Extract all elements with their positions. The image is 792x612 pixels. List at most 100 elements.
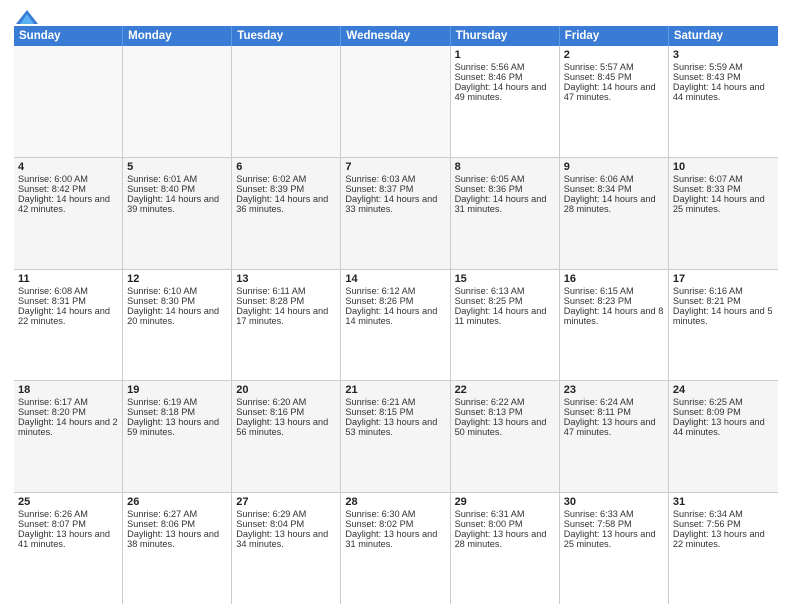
calendar-cell: 15Sunrise: 6:13 AMSunset: 8:25 PMDayligh… — [451, 270, 560, 381]
daylight-hours: Daylight: 14 hours and 47 minutes. — [564, 82, 656, 102]
sunrise-time: Sunrise: 6:15 AM — [564, 286, 634, 296]
sunset-time: Sunset: 8:37 PM — [345, 184, 413, 194]
daylight-hours: Daylight: 14 hours and 31 minutes. — [455, 194, 547, 214]
day-number: 26 — [127, 496, 227, 508]
day-number: 12 — [127, 273, 227, 285]
day-number: 8 — [455, 161, 555, 173]
calendar-cell: 25Sunrise: 6:26 AMSunset: 8:07 PMDayligh… — [14, 493, 123, 604]
daylight-hours: Daylight: 14 hours and 5 minutes. — [673, 306, 773, 326]
calendar-cell: 2Sunrise: 5:57 AMSunset: 8:45 PMDaylight… — [560, 46, 669, 157]
day-number: 16 — [564, 273, 664, 285]
sunrise-time: Sunrise: 6:34 AM — [673, 509, 743, 519]
day-number: 27 — [236, 496, 336, 508]
sunset-time: Sunset: 8:42 PM — [18, 184, 86, 194]
day-number: 30 — [564, 496, 664, 508]
sunrise-time: Sunrise: 6:16 AM — [673, 286, 743, 296]
sunrise-time: Sunrise: 6:13 AM — [455, 286, 525, 296]
sunset-time: Sunset: 8:46 PM — [455, 72, 523, 82]
sunset-time: Sunset: 8:43 PM — [673, 72, 741, 82]
day-number: 9 — [564, 161, 664, 173]
sunrise-time: Sunrise: 6:05 AM — [455, 174, 525, 184]
calendar-cell: 10Sunrise: 6:07 AMSunset: 8:33 PMDayligh… — [669, 158, 778, 269]
day-number: 31 — [673, 496, 774, 508]
daylight-hours: Daylight: 14 hours and 42 minutes. — [18, 194, 110, 214]
sunset-time: Sunset: 8:23 PM — [564, 296, 632, 306]
calendar-cell: 12Sunrise: 6:10 AMSunset: 8:30 PMDayligh… — [123, 270, 232, 381]
sunrise-time: Sunrise: 6:33 AM — [564, 509, 634, 519]
daylight-hours: Daylight: 13 hours and 50 minutes. — [455, 417, 547, 437]
day-number: 17 — [673, 273, 774, 285]
daylight-hours: Daylight: 13 hours and 59 minutes. — [127, 417, 219, 437]
day-number: 7 — [345, 161, 445, 173]
calendar-week-1: 1Sunrise: 5:56 AMSunset: 8:46 PMDaylight… — [14, 46, 778, 158]
logo-icon — [16, 10, 38, 24]
daylight-hours: Daylight: 13 hours and 47 minutes. — [564, 417, 656, 437]
daylight-hours: Daylight: 13 hours and 34 minutes. — [236, 529, 328, 549]
sunrise-time: Sunrise: 6:10 AM — [127, 286, 197, 296]
day-header-monday: Monday — [123, 26, 232, 46]
daylight-hours: Daylight: 13 hours and 22 minutes. — [673, 529, 765, 549]
sunset-time: Sunset: 8:28 PM — [236, 296, 304, 306]
sunset-time: Sunset: 8:11 PM — [564, 407, 631, 417]
day-header-thursday: Thursday — [451, 26, 560, 46]
calendar-header: SundayMondayTuesdayWednesdayThursdayFrid… — [14, 26, 778, 46]
sunrise-time: Sunrise: 5:56 AM — [455, 62, 525, 72]
calendar-week-4: 18Sunrise: 6:17 AMSunset: 8:20 PMDayligh… — [14, 381, 778, 493]
sunrise-time: Sunrise: 6:21 AM — [345, 397, 415, 407]
day-number: 24 — [673, 384, 774, 396]
calendar-cell: 5Sunrise: 6:01 AMSunset: 8:40 PMDaylight… — [123, 158, 232, 269]
day-number: 28 — [345, 496, 445, 508]
sunset-time: Sunset: 8:09 PM — [673, 407, 741, 417]
daylight-hours: Daylight: 13 hours and 38 minutes. — [127, 529, 219, 549]
sunrise-time: Sunrise: 6:03 AM — [345, 174, 415, 184]
sunset-time: Sunset: 8:00 PM — [455, 519, 523, 529]
calendar-cell: 29Sunrise: 6:31 AMSunset: 8:00 PMDayligh… — [451, 493, 560, 604]
day-number: 14 — [345, 273, 445, 285]
calendar-week-2: 4Sunrise: 6:00 AMSunset: 8:42 PMDaylight… — [14, 158, 778, 270]
calendar-cell: 9Sunrise: 6:06 AMSunset: 8:34 PMDaylight… — [560, 158, 669, 269]
calendar-cell — [232, 46, 341, 157]
sunrise-time: Sunrise: 6:19 AM — [127, 397, 197, 407]
sunrise-time: Sunrise: 6:26 AM — [18, 509, 88, 519]
page: SundayMondayTuesdayWednesdayThursdayFrid… — [0, 0, 792, 612]
daylight-hours: Daylight: 14 hours and 33 minutes. — [345, 194, 437, 214]
sunset-time: Sunset: 8:16 PM — [236, 407, 304, 417]
sunset-time: Sunset: 8:33 PM — [673, 184, 741, 194]
calendar-cell: 1Sunrise: 5:56 AMSunset: 8:46 PMDaylight… — [451, 46, 560, 157]
day-number: 15 — [455, 273, 555, 285]
sunrise-time: Sunrise: 6:02 AM — [236, 174, 306, 184]
sunset-time: Sunset: 8:26 PM — [345, 296, 413, 306]
sunrise-time: Sunrise: 6:06 AM — [564, 174, 634, 184]
sunrise-time: Sunrise: 6:20 AM — [236, 397, 306, 407]
daylight-hours: Daylight: 14 hours and 14 minutes. — [345, 306, 437, 326]
day-number: 19 — [127, 384, 227, 396]
calendar-cell: 30Sunrise: 6:33 AMSunset: 7:58 PMDayligh… — [560, 493, 669, 604]
calendar-cell: 11Sunrise: 6:08 AMSunset: 8:31 PMDayligh… — [14, 270, 123, 381]
calendar-body: 1Sunrise: 5:56 AMSunset: 8:46 PMDaylight… — [14, 46, 778, 604]
daylight-hours: Daylight: 14 hours and 39 minutes. — [127, 194, 219, 214]
calendar-week-5: 25Sunrise: 6:26 AMSunset: 8:07 PMDayligh… — [14, 493, 778, 604]
sunset-time: Sunset: 7:56 PM — [673, 519, 741, 529]
day-number: 2 — [564, 49, 664, 61]
sunrise-time: Sunrise: 6:08 AM — [18, 286, 88, 296]
day-number: 6 — [236, 161, 336, 173]
calendar-cell — [14, 46, 123, 157]
sunset-time: Sunset: 8:25 PM — [455, 296, 523, 306]
sunrise-time: Sunrise: 6:29 AM — [236, 509, 306, 519]
day-header-wednesday: Wednesday — [341, 26, 450, 46]
sunset-time: Sunset: 8:02 PM — [345, 519, 413, 529]
sunset-time: Sunset: 8:34 PM — [564, 184, 632, 194]
daylight-hours: Daylight: 13 hours and 44 minutes. — [673, 417, 765, 437]
daylight-hours: Daylight: 13 hours and 31 minutes. — [345, 529, 437, 549]
calendar-cell: 4Sunrise: 6:00 AMSunset: 8:42 PMDaylight… — [14, 158, 123, 269]
daylight-hours: Daylight: 14 hours and 8 minutes. — [564, 306, 664, 326]
day-number: 20 — [236, 384, 336, 396]
day-number: 23 — [564, 384, 664, 396]
sunset-time: Sunset: 8:36 PM — [455, 184, 523, 194]
daylight-hours: Daylight: 14 hours and 22 minutes. — [18, 306, 110, 326]
daylight-hours: Daylight: 13 hours and 41 minutes. — [18, 529, 110, 549]
sunset-time: Sunset: 8:30 PM — [127, 296, 195, 306]
header — [14, 10, 778, 22]
daylight-hours: Daylight: 13 hours and 28 minutes. — [455, 529, 547, 549]
daylight-hours: Daylight: 14 hours and 17 minutes. — [236, 306, 328, 326]
